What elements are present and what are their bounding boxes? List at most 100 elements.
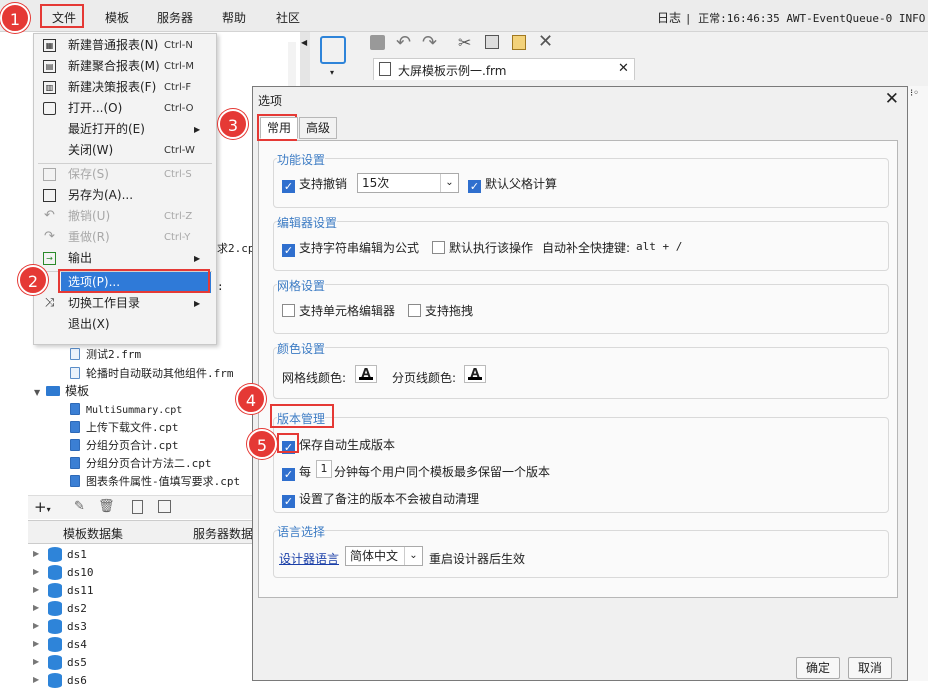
tree-item[interactable]: 上传下载文件.cpt [70,418,179,436]
expand-right-icon[interactable]: ▶ [33,585,39,594]
menu-item-exit[interactable]: 退出(X) [34,314,216,335]
cut-icon[interactable]: ✂ [458,33,471,52]
menu-server[interactable]: 服务器 [157,9,193,26]
dataset-item[interactable]: ds2 [67,602,87,615]
tree-item[interactable]: 轮播时自动联动其他组件.frm [70,364,234,382]
redo-icon: ↷ [44,229,55,244]
menubar: 文件 模板 服务器 帮助 社区 日志 | 正常:16:46:35 AWT-Eve… [0,0,928,32]
submenu-arrow-icon: ▶ [194,125,201,134]
close-icon[interactable]: ✕ [885,89,899,109]
highlight-save-auto-checkbox [277,433,299,453]
doc-tab[interactable]: 大屏模板示例一.frm ✕ [373,58,635,80]
database-icon [48,583,62,598]
language-select[interactable]: 简体中文 ⌄ [345,546,423,566]
tab-server-datasets[interactable]: 服务器数据 [193,525,253,542]
menu-item-recent[interactable]: 最近打开的(E) ▶ [34,119,216,140]
settings-icon[interactable]: ⁝◦ [910,88,919,99]
every-minutes-checkbox[interactable]: ✓ 每 [282,463,311,481]
delete-icon[interactable]: 🗑 [98,499,115,514]
dataset-item[interactable]: ds1 [67,548,87,561]
string-formula-checkbox[interactable]: ✓ 支持字符串编辑为公式 [282,239,419,257]
tree-folder[interactable]: ▼ 模板 [34,382,89,400]
tab-template-datasets[interactable]: 模板数据集 [63,525,123,542]
tree-item[interactable]: 测试2.frm [70,345,141,363]
menu-item-export[interactable]: → 输出 ▶ [34,248,216,269]
expand-right-icon[interactable]: ▶ [33,567,39,576]
save-icon[interactable] [370,35,385,50]
expand-right-icon[interactable]: ▶ [33,603,39,612]
close-tab-icon[interactable]: ✕ [618,61,629,76]
save-icon [43,168,56,181]
menu-item-switch-dir[interactable]: ⤨ 切换工作目录 ▶ [34,293,216,314]
submenu-arrow-icon: ▶ [194,299,201,308]
database-icon [48,637,62,652]
options-panel: 功能设置 ✓ 支持撤销 15次 ⌄ ✓ 默认父格计算 编辑器设置 ✓ 支持字符串编辑为公… [258,140,898,598]
template-preview-icon[interactable] [320,36,346,64]
page-line-color-button[interactable]: A [464,365,486,383]
undo-count-select[interactable]: 15次 ⌄ [357,173,459,193]
tab-general[interactable]: 常用 [260,117,298,139]
menu-help[interactable]: 帮助 [222,9,246,26]
ok-button[interactable]: 确定 [796,657,840,679]
group-title-grid: 网格设置 [277,277,326,294]
dataset-item[interactable]: ds10 [67,566,94,579]
tree-item[interactable]: 分组分页合计.cpt [70,436,179,454]
undo-icon[interactable]: ↶ [396,32,411,53]
expand-right-icon[interactable]: ▶ [33,621,39,630]
paste-icon[interactable] [512,35,526,50]
redo-icon[interactable]: ↷ [422,32,437,53]
menu-item-new-report[interactable]: ▦ 新建普通报表(N) Ctrl-N [34,35,216,56]
collapse-handle[interactable]: ◀ [300,32,310,87]
cell-editor-checkbox[interactable]: 支持单元格编辑器 [282,302,395,319]
tree-item[interactable]: MultiSummary.cpt [70,400,182,418]
dataset-item[interactable]: ds3 [67,620,87,633]
log-text: | 正常:16:46:35 AWT-EventQueue-0 INFO [s [684,12,928,25]
report-file-icon [70,475,80,487]
clear-icon[interactable]: ✕ [538,31,553,52]
autocomplete-label: 自动补全快捷键: [542,241,631,255]
autocomplete-key[interactable]: alt + / [636,240,682,253]
dataset-item[interactable]: ds5 [67,656,87,669]
page-line-color-label: 分页线颜色: [392,371,457,385]
tree-item[interactable]: 图表条件属性-值填写要求.cpt [70,472,240,490]
menu-item-save[interactable]: 保存(S) Ctrl-S [34,164,216,185]
expand-right-icon[interactable]: ▶ [33,549,39,558]
remark-keep-checkbox[interactable]: ✓ 设置了备注的版本不会被自动清理 [282,490,479,508]
preview-icon[interactable] [132,500,143,514]
menu-item-redo[interactable]: ↷ 重做(R) Ctrl-Y [34,227,216,248]
default-parent-calc-checkbox[interactable]: ✓ 默认父格计算 [468,175,557,193]
menu-community[interactable]: 社区 [276,9,300,26]
checkbox-checked-icon: ✓ [282,468,295,481]
edit-icon[interactable]: ✎ [74,499,85,514]
menu-template[interactable]: 模板 [105,9,129,26]
add-icon[interactable]: +▾ [34,498,51,516]
support-undo-checkbox[interactable]: ✓ 支持撤销 [282,175,347,193]
chevron-down-icon[interactable]: ▾ [330,68,334,77]
menu-item-new-decision[interactable]: ▥ 新建决策报表(F) Ctrl-F [34,77,216,98]
menu-item-close[interactable]: 关闭(W) Ctrl-W [34,140,216,161]
log-label[interactable]: 日志 [657,11,681,25]
minutes-input[interactable]: 1 [316,460,332,478]
dataset-item[interactable]: ds4 [67,638,87,651]
report-file-icon [70,457,80,469]
menu-item-new-aggregate[interactable]: ▤ 新建聚合报表(M) Ctrl-M [34,56,216,77]
open-folder-icon [43,102,56,115]
database-icon [48,565,62,580]
form-file-icon [70,367,80,379]
grid-line-color-button[interactable]: A [355,365,377,383]
dataset-edit-icon[interactable] [158,500,171,513]
expand-right-icon[interactable]: ▶ [33,639,39,648]
menu-item-open[interactable]: 打开...(O) Ctrl-O [34,98,216,119]
copy-icon[interactable] [485,35,499,49]
dataset-item[interactable]: ds11 [67,584,94,597]
menu-item-save-as[interactable]: 另存为(A)... [34,185,216,206]
expand-right-icon[interactable]: ▶ [33,657,39,666]
cancel-button[interactable]: 取消 [848,657,892,679]
tree-item[interactable]: 分组分页合计方法二.cpt [70,454,212,472]
expand-right-icon[interactable]: ▶ [33,675,39,684]
default-exec-checkbox[interactable]: 默认执行该操作 [432,239,533,256]
drag-checkbox[interactable]: 支持拖拽 [408,302,473,319]
submenu-arrow-icon: ▶ [194,254,201,263]
tab-advanced[interactable]: 高级 [299,117,337,139]
menu-item-undo[interactable]: ↶ 撤销(U) Ctrl-Z [34,206,216,227]
